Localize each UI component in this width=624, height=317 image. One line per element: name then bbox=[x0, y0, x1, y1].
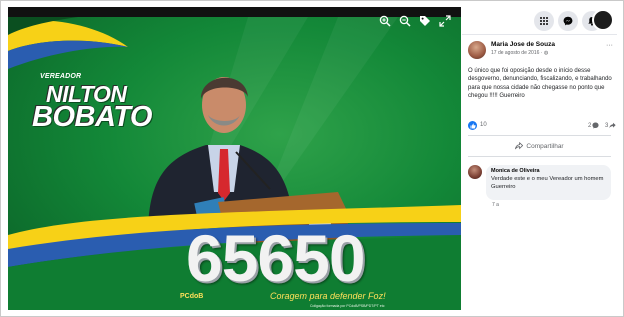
profile-avatar[interactable] bbox=[592, 9, 614, 31]
comment-bubble: Monica de Oliveira Verdade este e o meu … bbox=[486, 165, 611, 200]
globe-icon: ◍ bbox=[543, 50, 549, 56]
zoom-out-icon[interactable] bbox=[399, 15, 413, 29]
comment-icon bbox=[592, 122, 599, 129]
like-count[interactable]: 10 bbox=[480, 122, 487, 128]
more-options-button[interactable]: ··· bbox=[606, 42, 613, 49]
post-header: Maria Jose de Souza 17 de agosto de 2016… bbox=[468, 41, 613, 63]
share-count-value: 3 bbox=[605, 122, 609, 129]
author-avatar[interactable] bbox=[468, 41, 486, 59]
fullscreen-icon[interactable] bbox=[439, 15, 453, 29]
share-icon bbox=[515, 142, 524, 150]
candidate-last-name: BOBATO bbox=[32, 101, 152, 133]
top-nav bbox=[462, 7, 617, 35]
post-panel: Maria Jose de Souza 17 de agosto de 2016… bbox=[462, 7, 617, 310]
menu-grid-icon[interactable] bbox=[534, 11, 554, 31]
commenter-name[interactable]: Monica de Oliveira bbox=[491, 168, 606, 174]
reactions-bar: 10 2 3 bbox=[468, 120, 616, 132]
photo-viewer: VEREADOR NILTON BOBATO 65650 PCdoB Corag… bbox=[8, 7, 461, 310]
divider bbox=[468, 135, 611, 136]
share-button-label: Compartilhar bbox=[526, 142, 564, 150]
commenter-avatar[interactable] bbox=[468, 165, 482, 179]
party-logo: PCdoB bbox=[180, 293, 204, 300]
coalition-fineprint: Coligação formada por PCdoB/PSB/PDT/PT e… bbox=[310, 304, 385, 308]
viewer-toolbar bbox=[379, 15, 453, 29]
comment-count-value: 2 bbox=[588, 122, 592, 129]
messenger-icon[interactable] bbox=[558, 11, 578, 31]
share-button[interactable]: Compartilhar bbox=[468, 139, 611, 153]
comment-count[interactable]: 2 bbox=[588, 122, 599, 129]
share-count[interactable]: 3 bbox=[605, 122, 616, 129]
post-date-text: 17 de agosto de 2016 · bbox=[491, 50, 544, 56]
post-date[interactable]: 17 de agosto de 2016 · ◍ bbox=[491, 50, 548, 56]
post-author-name[interactable]: Maria Jose de Souza bbox=[491, 41, 555, 48]
campaign-slogan: Coragem para defender Foz! bbox=[270, 291, 386, 301]
comment-text: Verdade este e o meu Vereador um homem G… bbox=[491, 176, 604, 190]
zoom-in-icon[interactable] bbox=[379, 15, 393, 29]
post-body-text: O único que foi oposição desde o início … bbox=[468, 68, 612, 100]
share-arrow-icon bbox=[609, 122, 616, 129]
candidate-number: 65650 bbox=[186, 221, 366, 295]
like-reaction-icon[interactable] bbox=[468, 121, 477, 130]
candidate-role: VEREADOR bbox=[40, 73, 82, 80]
divider bbox=[468, 156, 611, 157]
comment-timestamp[interactable]: 7 a bbox=[492, 202, 499, 208]
tag-icon[interactable] bbox=[419, 15, 433, 29]
